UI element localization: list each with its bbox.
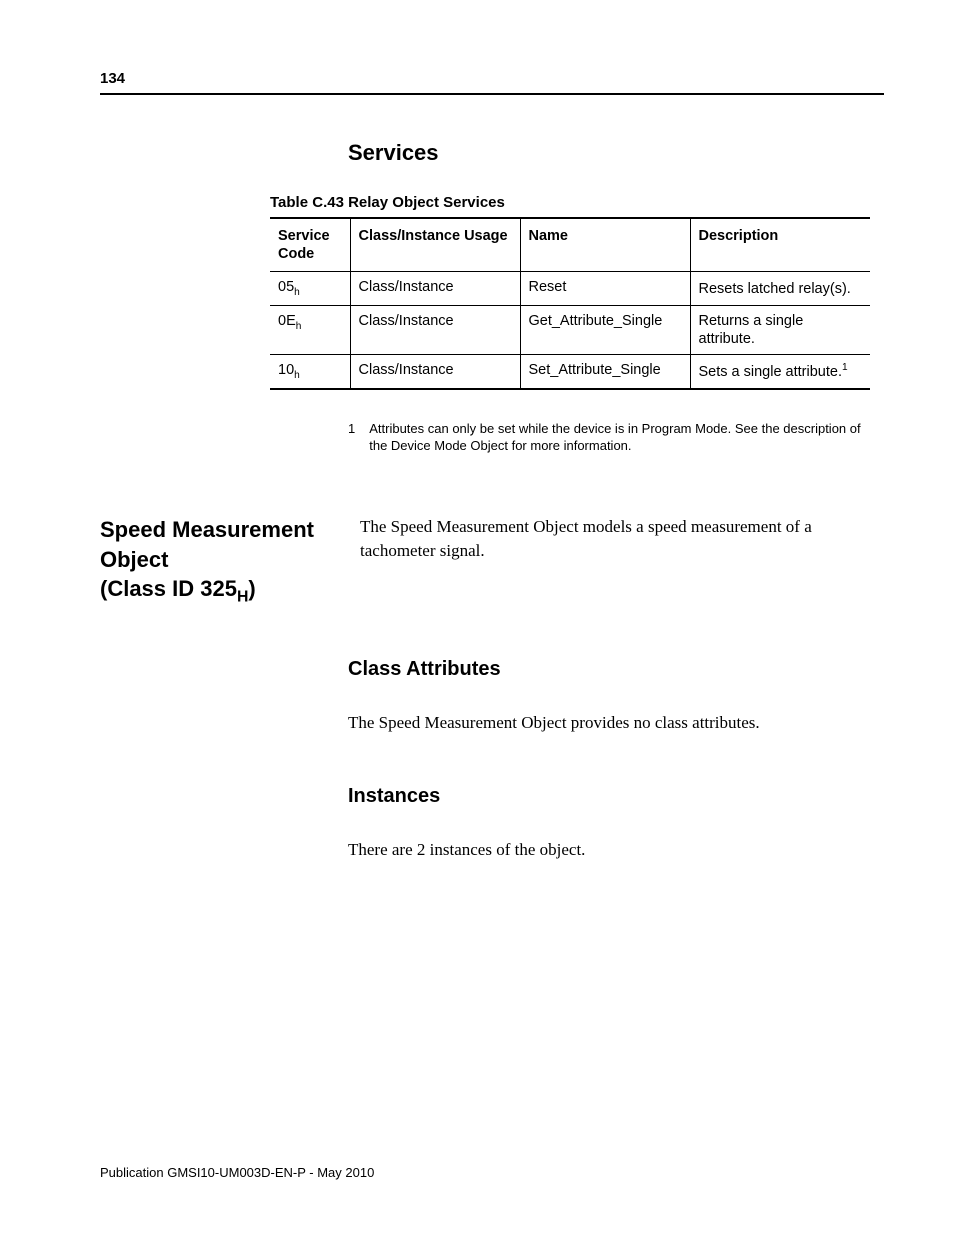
publication-footer: Publication GMSI10-UM003D-EN-P - May 201… <box>100 1165 374 1180</box>
table-row: 10h Class/Instance Set_Attribute_Single … <box>270 354 870 388</box>
cell-description: Resets latched relay(s). <box>690 272 870 306</box>
page-number: 134 <box>100 70 884 87</box>
col-description: Description <box>690 218 870 272</box>
cell-service-code: 10h <box>270 354 350 388</box>
cell-description: Sets a single attribute.1 <box>690 354 870 388</box>
table-row: 0Eh Class/Instance Get_Attribute_Single … <box>270 306 870 355</box>
footnote-number: 1 <box>348 420 355 455</box>
col-name: Name <box>520 218 690 272</box>
speed-intro-text: The Speed Measurement Object models a sp… <box>360 515 884 563</box>
services-table: Service Code Class/Instance Usage Name D… <box>270 217 870 390</box>
cell-usage: Class/Instance <box>350 354 520 388</box>
class-attributes-heading: Class Attributes <box>348 658 884 681</box>
cell-service-code: 0Eh <box>270 306 350 355</box>
speed-object-heading: Speed Measurement Object (Class ID 325H) <box>100 515 348 608</box>
table-row: 05h Class/Instance Reset Resets latched … <box>270 272 870 306</box>
table-caption: Table C.43 Relay Object Services <box>270 194 884 211</box>
top-divider <box>100 93 884 95</box>
cell-usage: Class/Instance <box>350 272 520 306</box>
cell-name: Set_Attribute_Single <box>520 354 690 388</box>
table-footnote: 1 Attributes can only be set while the d… <box>348 420 878 455</box>
col-service-code: Service Code <box>270 218 350 272</box>
cell-usage: Class/Instance <box>350 306 520 355</box>
class-attributes-body: The Speed Measurement Object provides no… <box>348 711 884 735</box>
cell-name: Reset <box>520 272 690 306</box>
footnote-text: Attributes can only be set while the dev… <box>369 420 878 455</box>
cell-name: Get_Attribute_Single <box>520 306 690 355</box>
col-usage: Class/Instance Usage <box>350 218 520 272</box>
instances-heading: Instances <box>348 785 884 808</box>
instances-body: There are 2 instances of the object. <box>348 838 884 862</box>
cell-description: Returns a single attribute. <box>690 306 870 355</box>
cell-service-code: 05h <box>270 272 350 306</box>
services-heading: Services <box>348 140 884 166</box>
